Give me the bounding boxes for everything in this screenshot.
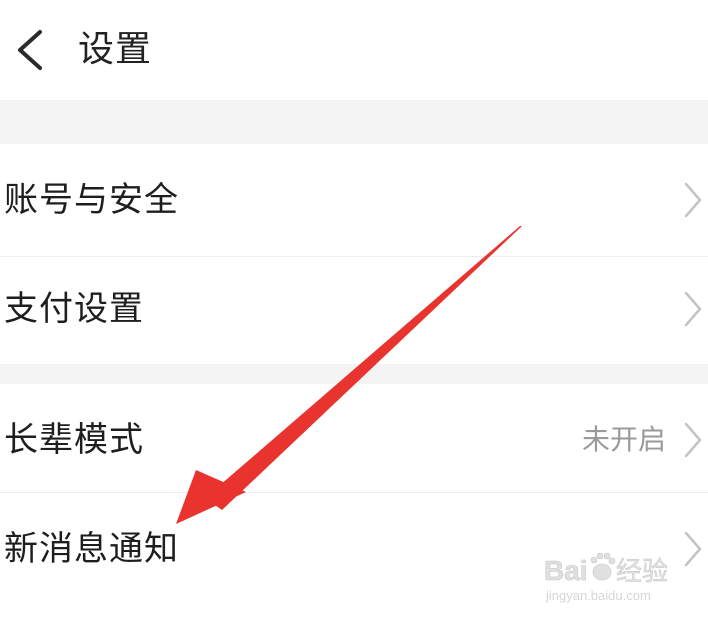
section-separator [0,364,708,384]
settings-screen: 设置 账号与安全 支付设置 长辈模式 未开启 新消息通知 Bai 经验 jing… [0,0,708,621]
page-title: 设置 [78,29,153,70]
chevron-right-icon [684,182,702,218]
account-security-row[interactable]: 账号与安全 [0,144,708,256]
new-message-notification-label: 新消息通知 [4,529,179,569]
nav-bar: 设置 [0,0,708,100]
chevron-right-icon [684,422,702,458]
new-message-notification-row[interactable]: 新消息通知 [0,493,708,621]
account-security-label: 账号与安全 [4,180,179,220]
payment-settings-label: 支付设置 [4,289,144,329]
elder-mode-row[interactable]: 长辈模式 未开启 [0,384,708,492]
chevron-right-icon [684,531,702,567]
chevron-left-icon[interactable] [6,20,56,80]
payment-settings-row[interactable]: 支付设置 [0,257,708,364]
back-button[interactable] [6,20,56,80]
section-separator [0,100,708,144]
elder-mode-label: 长辈模式 [4,420,144,460]
elder-mode-status: 未开启 [581,423,666,456]
chevron-right-icon [684,291,702,327]
